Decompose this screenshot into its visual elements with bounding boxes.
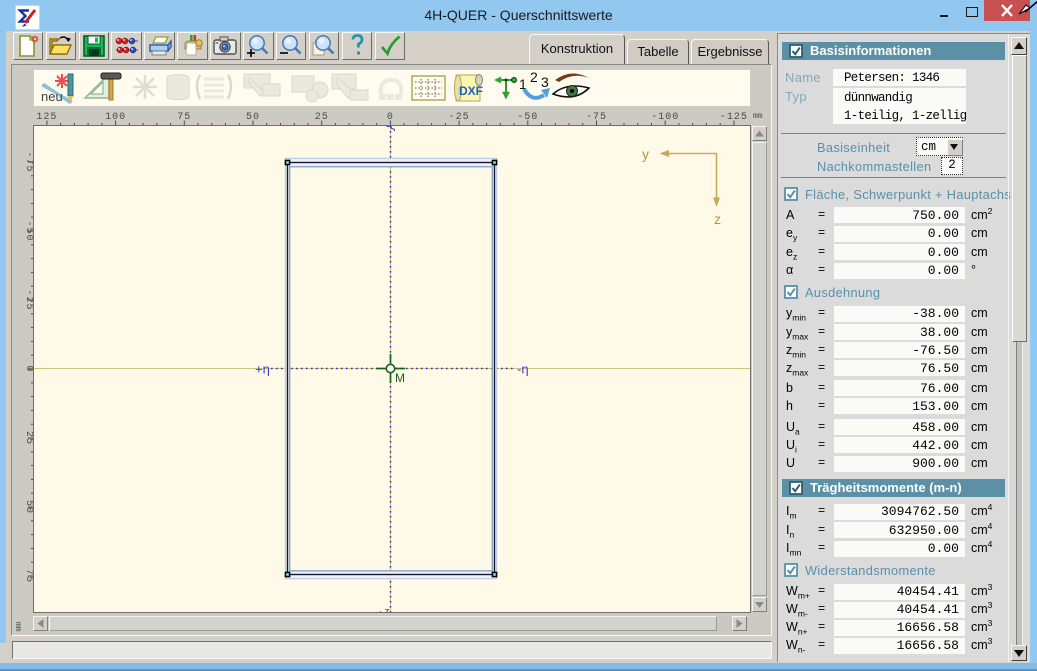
svg-text:3: 3 xyxy=(541,74,549,90)
svg-text:DXF: DXF xyxy=(459,84,483,98)
svg-text:+ζ: +ζ xyxy=(377,607,390,612)
svg-text:mm: mm xyxy=(13,622,22,632)
svg-text:z: z xyxy=(714,211,721,227)
svg-text:2: 2 xyxy=(530,72,538,85)
svg-text:M: M xyxy=(395,371,405,385)
svg-text:+η: +η xyxy=(255,362,270,377)
svg-text:mm: mm xyxy=(753,112,763,121)
svg-text:-η: -η xyxy=(517,362,529,377)
svg-text:neu: neu xyxy=(41,89,63,104)
svg-text:-ζ: -ζ xyxy=(386,126,396,133)
svg-text:y: y xyxy=(642,146,649,162)
